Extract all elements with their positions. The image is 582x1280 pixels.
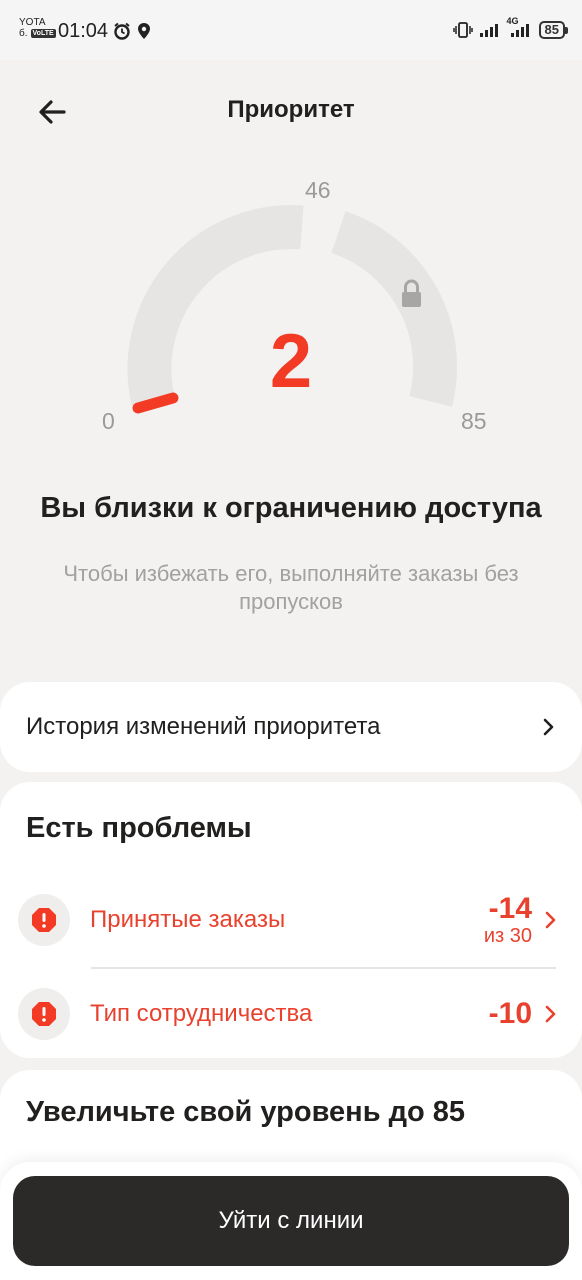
problem-label: Тип сотрудничества — [90, 1000, 313, 1027]
problems-card: Есть проблемы Принятые заказы -14 из 30 — [0, 782, 582, 1058]
sim-label: б. — [19, 28, 28, 39]
priority-gauge — [127, 205, 458, 414]
problem-row-cooperation-type[interactable]: Тип сотрудничества -10 — [18, 984, 558, 1044]
vibrate-icon — [452, 22, 473, 38]
priority-history-button[interactable]: История изменений приоритета — [0, 682, 582, 772]
alarm-icon — [114, 22, 130, 40]
gauge-min-label: 0 — [102, 408, 115, 434]
level-title: Увеличьте свой уровень до 85 — [26, 1096, 466, 1128]
priority-history-label: История изменений приоритета — [26, 713, 381, 740]
battery-indicator: 85 — [538, 21, 569, 39]
chevron-right-icon — [543, 718, 554, 736]
gauge-mid-label: 46 — [305, 177, 331, 203]
volte-badge: VoLTE — [30, 29, 56, 38]
problem-sub: из 30 — [483, 925, 532, 947]
alert-icon — [18, 988, 70, 1040]
problem-label: Принятые заказы — [90, 906, 286, 933]
alert-icon — [18, 894, 70, 946]
problem-value: -10 — [489, 998, 532, 1030]
problems-title: Есть проблемы — [26, 812, 252, 844]
problem-value: -14 из 30 — [483, 892, 532, 948]
signal-4g: 4G — [507, 16, 533, 38]
location-icon — [138, 23, 150, 39]
chevron-right-icon — [545, 911, 556, 929]
network-label: 4G — [506, 16, 519, 26]
chevron-right-icon — [545, 1005, 556, 1023]
problem-row-accepted-orders[interactable]: Принятые заказы -14 из 30 — [18, 890, 558, 950]
priority-value: 2 — [269, 319, 313, 404]
warning-subline: Чтобы избежать его, выполняйте заказы бе… — [63, 561, 519, 614]
gauge-max-label: 85 — [461, 408, 487, 434]
carrier-info: YOTA б. VoLTE — [19, 17, 56, 39]
problem-points: -10 — [488, 997, 532, 1030]
carrier-name: YOTA — [19, 17, 46, 28]
page-title: Приоритет — [227, 96, 355, 123]
status-bar: YOTA б. VoLTE 01:04 4G 85 — [0, 0, 582, 60]
signal-icon — [479, 24, 498, 37]
go-offline-button[interactable]: Уйти с линии — [13, 1176, 569, 1266]
divider — [91, 967, 556, 969]
problem-points: -14 — [488, 892, 532, 925]
status-time: 01:04 — [58, 20, 109, 42]
warning-headline: Вы близки к ограничению доступа — [40, 492, 542, 524]
